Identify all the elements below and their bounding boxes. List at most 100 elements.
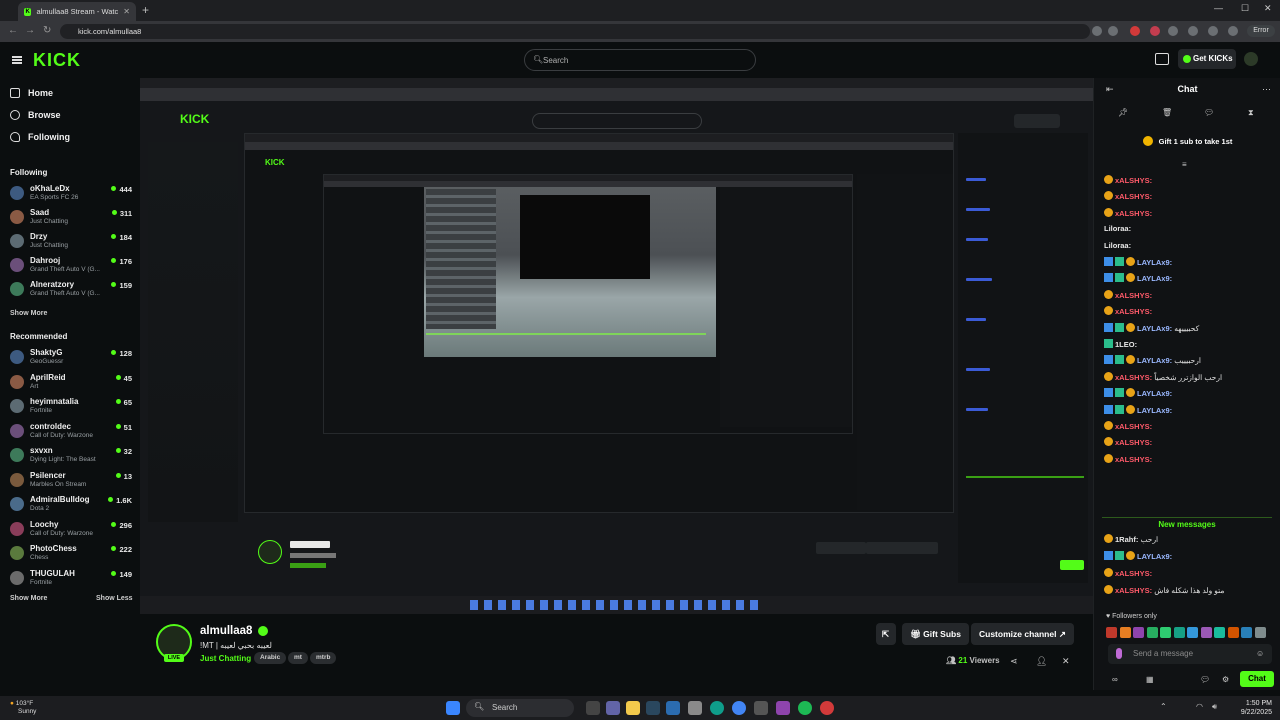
emote-icon[interactable]	[1160, 627, 1171, 638]
sidebar-toggle-icon[interactable]	[1208, 26, 1218, 36]
calendar-icon[interactable]: ▦	[1146, 675, 1154, 684]
file-explorer-icon[interactable]	[626, 701, 640, 715]
get-kicks-button[interactable]: Get KICKs	[1178, 49, 1236, 69]
chat-message[interactable]: xALSHYS:	[1104, 175, 1276, 189]
send-chat-button[interactable]: Chat	[1240, 671, 1274, 687]
emote-icon[interactable]	[1214, 627, 1225, 638]
new-messages-divider[interactable]: New messages	[1102, 517, 1272, 529]
chrome-icon[interactable]	[732, 701, 746, 715]
share-icon[interactable]: ⋖	[1010, 656, 1018, 667]
weather-widget[interactable]: ● 103°F Sunny	[10, 700, 36, 715]
chat-username[interactable]: Liloraa:	[1104, 241, 1131, 250]
sidebar-channel[interactable]: Alneratzory Grand Theft Auto V (G... 159	[10, 280, 132, 298]
chat-message[interactable]: xALSHYS:	[1104, 437, 1276, 451]
sidebar-channel[interactable]: heyimnatalia Fortnite 65	[10, 397, 132, 415]
sidebar-channel[interactable]: sxvxn Dying Light: The Beast 32	[10, 446, 132, 464]
steam-icon[interactable]	[646, 701, 660, 715]
emote-icon[interactable]	[1119, 627, 1131, 638]
chat-message[interactable]: LAYLAx9:	[1104, 273, 1276, 287]
chat-message[interactable]: xALSHYS:	[1104, 421, 1276, 435]
chat-menu-icon[interactable]: ⋯	[1262, 84, 1271, 95]
chat-username[interactable]: Liloraa:	[1104, 224, 1131, 233]
chat-message-input[interactable]: Send a message ☺	[1108, 644, 1272, 664]
app-icon[interactable]	[754, 701, 768, 715]
chat-username[interactable]: 1LEO:	[1115, 340, 1137, 349]
avatar[interactable]	[1244, 52, 1258, 66]
tag-arabic[interactable]: Arabic	[254, 652, 287, 664]
emote-icon[interactable]	[1200, 627, 1212, 638]
tag-mtrb[interactable]: mtrb	[310, 652, 337, 664]
sidebar-channel[interactable]: Drzy Just Chatting 184	[10, 232, 132, 250]
user-icon[interactable]: 👤︎	[1036, 656, 1047, 667]
chat-username[interactable]: xALSHYS:	[1115, 373, 1152, 382]
windows-start-icon[interactable]	[446, 701, 460, 715]
clock[interactable]: 1:50 PM 9/22/2025	[1241, 699, 1272, 717]
chat-bubble-icon[interactable]: 💬︎	[1204, 108, 1214, 117]
sidebar-channel[interactable]: AprilReid Art 45	[10, 373, 132, 391]
leaderboard-icon[interactable]: ≡	[1182, 160, 1187, 169]
maximize-icon[interactable]: ☐	[1241, 3, 1249, 14]
bookmark-star-icon[interactable]	[1108, 26, 1118, 36]
chat-username[interactable]: xALSHYS:	[1115, 586, 1152, 595]
chat-message[interactable]: LAYLAx9:	[1104, 257, 1276, 271]
emote-icon[interactable]	[1173, 627, 1185, 638]
sidebar-channel[interactable]: Psilencer Marbles On Stream 13	[10, 471, 132, 489]
taskbar-search[interactable]: 🔍︎ Search	[466, 699, 574, 717]
chat-username[interactable]: xALSHYS:	[1115, 192, 1152, 201]
chat-username[interactable]: xALSHYS:	[1115, 209, 1152, 218]
chat-username[interactable]: xALSHYS:	[1115, 176, 1152, 185]
extension-icon[interactable]	[1130, 26, 1140, 36]
app-icon[interactable]	[666, 701, 680, 715]
chat-message[interactable]: 1LEO:	[1104, 339, 1276, 353]
sidebar-channel[interactable]: controldec Call of Duty: Warzone 51	[10, 422, 132, 440]
gift-banner[interactable]: Gift 1 sub to take 1st	[1094, 136, 1280, 146]
channel-username[interactable]: almullaa8	[200, 625, 252, 637]
emote-icon[interactable]	[1146, 627, 1158, 638]
chat-message[interactable]: xALSHYS:	[1104, 568, 1276, 582]
nav-following[interactable]: Following	[10, 132, 70, 142]
chat-username[interactable]: LAYLAx9:	[1137, 258, 1172, 267]
customize-channel-button[interactable]: Customize channel ↗	[971, 623, 1074, 645]
app-icon[interactable]	[688, 701, 702, 715]
chat-username[interactable]: xALSHYS:	[1115, 569, 1152, 578]
rewards-icon[interactable]	[1155, 53, 1169, 65]
task-view-icon[interactable]	[586, 701, 600, 715]
chat-username[interactable]: xALSHYS:	[1115, 455, 1152, 464]
show-less-button[interactable]: Show Less	[96, 595, 133, 602]
chat-username[interactable]: xALSHYS:	[1115, 291, 1152, 300]
sidebar-channel[interactable]: THUGULAH Fortnite 149	[10, 569, 132, 587]
emote-icon[interactable]	[1106, 627, 1117, 638]
sidebar-channel[interactable]: AdmiralBulldog Dota 2 1.6K	[10, 495, 132, 513]
url-field[interactable]: kick.com/almullaa8	[60, 24, 1090, 39]
chat-username[interactable]: xALSHYS:	[1115, 307, 1152, 316]
edge-icon[interactable]	[710, 701, 724, 715]
sidebar-channel[interactable]: PhotoChess Chess 222	[10, 544, 132, 562]
app-icon[interactable]	[820, 701, 834, 715]
search-input[interactable]: 🔍︎ Search	[524, 49, 756, 71]
show-more-following-button[interactable]: Show More	[10, 310, 47, 317]
chat-message[interactable]: xALSHYS: ارحب الوازترر شخصياً	[1104, 371, 1276, 386]
chat-username[interactable]: LAYLAx9:	[1137, 324, 1172, 333]
show-more-button[interactable]: Show More	[10, 595, 47, 602]
network-icon[interactable]: ◠	[1196, 702, 1203, 711]
menu-icon[interactable]	[12, 56, 22, 64]
emote-icon[interactable]	[1241, 627, 1252, 638]
hourglass-icon[interactable]: ⧗	[1248, 108, 1254, 118]
settings-gear-icon[interactable]: ⚙︎	[1222, 675, 1229, 684]
sidebar-channel[interactable]: Dahrooj Grand Theft Auto V (G... 176	[10, 256, 132, 274]
spotify-icon[interactable]	[798, 701, 812, 715]
back-icon[interactable]: ←	[8, 25, 18, 36]
gift-subs-button[interactable]: 🎁︎ Gift Subs	[902, 623, 969, 645]
emote-icon[interactable]	[1187, 627, 1198, 638]
chat-message[interactable]: LAYLAx9:	[1104, 388, 1276, 402]
close-window-icon[interactable]: ✕	[1264, 3, 1272, 14]
chat-message[interactable]: 1Rahf: ارحب	[1104, 534, 1276, 548]
chat-username[interactable]: LAYLAx9:	[1137, 356, 1172, 365]
sidebar-channel[interactable]: Loochy Call of Duty: Warzone 296	[10, 520, 132, 538]
popout-icon[interactable]: ⇱	[876, 623, 896, 645]
tag-mt[interactable]: mt	[288, 652, 308, 664]
search-tab-icon[interactable]	[1092, 26, 1102, 36]
sidebar-channel[interactable]: oKhaLeDx EA Sports FC 26 444	[10, 184, 132, 202]
chat-message[interactable]: Liloraa:	[1104, 241, 1276, 255]
chat-message[interactable]: LAYLAx9:	[1104, 551, 1276, 565]
